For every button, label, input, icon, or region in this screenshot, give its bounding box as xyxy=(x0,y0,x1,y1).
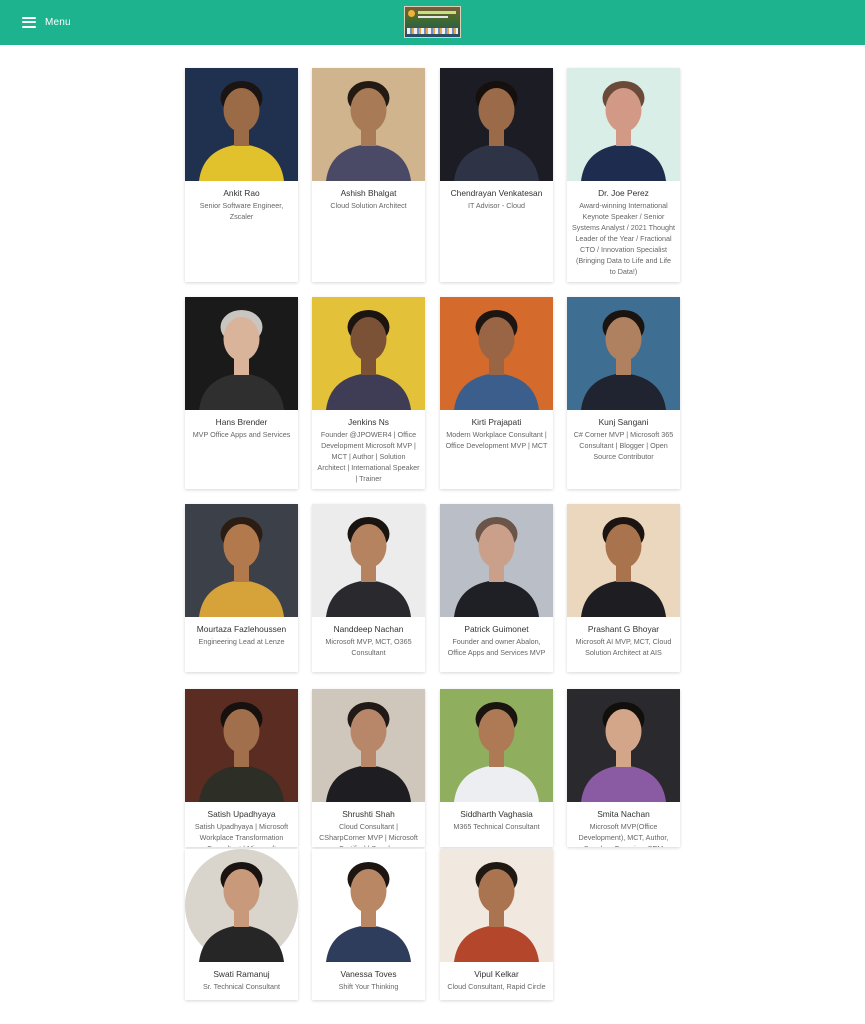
speaker-name: Kunj Sangani xyxy=(598,417,649,427)
speaker-photo[interactable] xyxy=(312,849,425,962)
speaker-card[interactable]: Vipul Kelkar Cloud Consultant, Rapid Circ… xyxy=(440,849,553,1000)
speaker-name: Kirti Prajapati xyxy=(471,417,522,427)
speaker-title: Sr. Technical Consultant xyxy=(203,982,280,991)
speaker-name: Jenkins Ns xyxy=(348,417,389,427)
speaker-photo[interactable] xyxy=(185,849,298,962)
menu-label: Menu xyxy=(45,16,71,28)
speaker-title: C# Corner MVP | Microsoft 365 Consultant… xyxy=(573,430,674,461)
speaker-name: Swati Ramanuj xyxy=(213,969,270,979)
speaker-title: Microsoft MVP, MCT, O365 Consultant xyxy=(325,637,412,657)
speaker-card[interactable]: Kirti Prajapati Modern Workplace Consulta… xyxy=(440,297,553,489)
speaker-card[interactable]: Dr. Joe Perez Award-winning International… xyxy=(567,68,680,282)
speaker-card[interactable]: Vanessa Toves Shift Your Thinking xyxy=(312,849,425,1000)
speaker-card[interactable]: Hans Brender MVP Office Apps and Services xyxy=(185,297,298,489)
speaker-card[interactable]: Ashish Bhalgat Cloud Solution Architect xyxy=(312,68,425,282)
speaker-name: Patrick Guimonet xyxy=(464,624,529,634)
speaker-card[interactable]: Prashant G Bhoyar Microsoft AI MVP, MCT, … xyxy=(567,504,680,672)
speaker-card[interactable]: Satish Upadhyaya Satish Upadhyaya | Micro… xyxy=(185,689,298,847)
speaker-photo[interactable] xyxy=(312,297,425,410)
speaker-title: M365 Technical Consultant xyxy=(453,822,540,831)
speaker-photo[interactable] xyxy=(440,68,553,181)
speaker-name: Hans Brender xyxy=(215,417,268,427)
speaker-title: Engineering Lead at Lenze xyxy=(198,637,285,646)
speaker-card[interactable]: Shrushti Shah Cloud Consultant | CSharpCo… xyxy=(312,689,425,847)
event-logo-icon[interactable] xyxy=(404,6,461,38)
speaker-card[interactable]: Mourtaza Fazlehoussen Engineering Lead at… xyxy=(185,504,298,672)
speaker-name: Shrushti Shah xyxy=(342,809,395,819)
speaker-name: Prashant G Bhoyar xyxy=(587,624,660,634)
speaker-title: Satish Upadhyaya | Microsoft Workplace T… xyxy=(194,822,289,847)
speaker-card[interactable]: Jenkins Ns Founder @JPOWER4 | Office Deve… xyxy=(312,297,425,489)
speaker-photo[interactable] xyxy=(440,297,553,410)
speaker-title: Founder and owner Abalon, Office Apps an… xyxy=(447,637,546,657)
speaker-photo[interactable] xyxy=(567,297,680,410)
speaker-title: Cloud Consultant | CSharpCorner MVP | Mi… xyxy=(319,822,418,847)
speaker-photo[interactable] xyxy=(312,504,425,617)
speaker-card[interactable]: Ankit Rao Senior Software Engineer, Zscal… xyxy=(185,68,298,282)
hamburger-icon xyxy=(22,16,36,28)
speaker-photo[interactable] xyxy=(567,689,680,802)
speaker-title: Cloud Consultant, Rapid Circle xyxy=(447,982,546,991)
speaker-card[interactable]: Kunj Sangani C# Corner MVP | Microsoft 36… xyxy=(567,297,680,489)
speaker-title: Award-winning International Keynote Spea… xyxy=(572,201,675,276)
speaker-title: Microsoft MVP(Office Development), MCT, … xyxy=(578,822,669,847)
speaker-name: Smita Nachan xyxy=(597,809,650,819)
speaker-photo[interactable] xyxy=(185,689,298,802)
speaker-name: Ashish Bhalgat xyxy=(340,188,397,198)
speaker-photo[interactable] xyxy=(312,689,425,802)
speaker-title: MVP Office Apps and Services xyxy=(192,430,291,439)
speaker-name: Vanessa Toves xyxy=(340,969,397,979)
speaker-photo[interactable] xyxy=(185,297,298,410)
speaker-title: Shift Your Thinking xyxy=(338,982,399,991)
speaker-name: Siddharth Vaghasia xyxy=(460,809,533,819)
menu-button[interactable]: Menu xyxy=(22,13,71,31)
speaker-photo[interactable] xyxy=(567,68,680,181)
speaker-title: IT Advisor - Cloud xyxy=(468,201,525,210)
speaker-title: Senior Software Engineer, Zscaler xyxy=(199,201,284,221)
speaker-card[interactable]: Smita Nachan Microsoft MVP(Office Develop… xyxy=(567,689,680,847)
speaker-title: Cloud Solution Architect xyxy=(330,201,407,210)
top-navbar: Menu xyxy=(0,0,865,45)
speaker-name: Satish Upadhyaya xyxy=(207,809,276,819)
speaker-name: Vipul Kelkar xyxy=(474,969,519,979)
speaker-photo[interactable] xyxy=(440,504,553,617)
speaker-photo[interactable] xyxy=(312,68,425,181)
speaker-name: Ankit Rao xyxy=(223,188,260,198)
speaker-name: Mourtaza Fazlehoussen xyxy=(196,624,287,634)
speaker-card[interactable]: Swati Ramanuj Sr. Technical Consultant xyxy=(185,849,298,1000)
speaker-title: Modern Workplace Consultant | Office Dev… xyxy=(445,430,548,450)
speaker-name: Chendrayan Venkatesan xyxy=(450,188,543,198)
speaker-card[interactable]: Chendrayan Venkatesan IT Advisor - Cloud xyxy=(440,68,553,282)
speaker-photo[interactable] xyxy=(567,504,680,617)
speaker-photo[interactable] xyxy=(440,689,553,802)
speaker-name: Nanddeep Nachan xyxy=(333,624,404,634)
speaker-card[interactable]: Patrick Guimonet Founder and owner Abalon… xyxy=(440,504,553,672)
speaker-card[interactable]: Nanddeep Nachan Microsoft MVP, MCT, O365 … xyxy=(312,504,425,672)
speaker-photo[interactable] xyxy=(185,504,298,617)
speaker-photo[interactable] xyxy=(440,849,553,962)
speaker-title: Microsoft AI MVP, MCT, Cloud Solution Ar… xyxy=(575,637,672,657)
speaker-photo[interactable] xyxy=(185,68,298,181)
speaker-card[interactable]: Siddharth Vaghasia M365 Technical Consult… xyxy=(440,689,553,847)
speaker-name: Dr. Joe Perez xyxy=(598,188,649,198)
speaker-title: Founder @JPOWER4 | Office Development Mi… xyxy=(317,430,420,483)
